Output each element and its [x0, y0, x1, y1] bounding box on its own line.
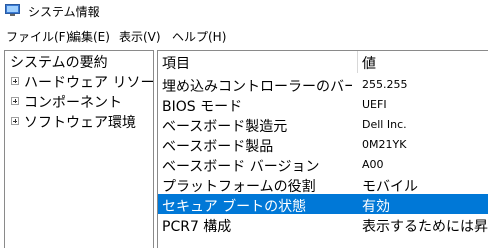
- cell-value: 255.255: [362, 78, 408, 91]
- cell-value: Dell Inc.: [362, 118, 407, 131]
- table-row[interactable]: ベースボード製品 0M21YK: [158, 134, 488, 155]
- cell-item: プラットフォームの役割: [162, 179, 316, 195]
- menu-file[interactable]: ファイル(F): [6, 28, 70, 45]
- cell-item: PCR7 構成: [162, 219, 232, 235]
- table-row[interactable]: ベースボード バージョン A00: [158, 154, 488, 175]
- tree-item-system-summary[interactable]: システムの要約: [10, 52, 108, 72]
- cell-value: A00: [362, 158, 384, 171]
- cell-value: モバイル: [362, 179, 418, 195]
- table-row[interactable]: 埋め込みコントローラーのバー... 255.255: [158, 74, 488, 95]
- title-bar: システム情報: [0, 0, 488, 22]
- menu-help[interactable]: ヘルプ(H): [172, 28, 226, 45]
- table-row[interactable]: プラットフォームの役割 モバイル: [158, 174, 488, 195]
- menu-view[interactable]: 表示(V): [119, 28, 161, 45]
- plus-expander-icon[interactable]: [11, 77, 19, 85]
- column-header-item[interactable]: 項目: [158, 51, 358, 73]
- window-title: システム情報: [28, 5, 100, 19]
- plus-expander-icon[interactable]: [11, 117, 19, 125]
- table-row[interactable]: ベースボード製造元 Dell Inc.: [158, 114, 488, 135]
- plus-expander-icon[interactable]: [11, 97, 19, 105]
- cell-value: UEFI: [362, 98, 387, 111]
- system-info-icon: [5, 4, 20, 16]
- cell-value: 有効: [362, 199, 390, 215]
- cell-item: ベースボード製品: [162, 139, 274, 155]
- menu-edit[interactable]: 編集(E): [69, 28, 110, 45]
- cell-value: 0M21YK: [362, 138, 407, 151]
- menu-bar: ファイル(F) 編集(E) 表示(V) ヘルプ(H): [0, 26, 488, 46]
- tree-item-label: ハードウェア リソース: [24, 75, 154, 91]
- column-header-value[interactable]: 値: [358, 51, 488, 73]
- table-row[interactable]: PCR7 構成 表示するためには昇: [158, 214, 488, 235]
- cell-item: ベースボード製造元: [162, 119, 288, 135]
- tree-item-label: コンポーネント: [24, 95, 122, 111]
- table-row[interactable]: BIOS モード UEFI: [158, 94, 488, 115]
- tree-item-label: ソフトウェア環境: [24, 115, 136, 131]
- table-row-selected[interactable]: セキュア ブートの状態 有効: [158, 194, 488, 215]
- cell-item: 埋め込みコントローラーのバー...: [162, 79, 352, 95]
- cell-item: ベースボード バージョン: [162, 159, 320, 175]
- category-tree[interactable]: システムの要約 ハードウェア リソース コンポーネント ソフトウェア環境: [4, 50, 154, 248]
- cell-value: 表示するためには昇: [362, 219, 488, 235]
- cell-item: BIOS モード: [162, 99, 243, 115]
- cell-item: セキュア ブートの状態: [162, 199, 307, 215]
- details-list[interactable]: 項目 値 埋め込みコントローラーのバー... 255.255 BIOS モード …: [157, 50, 488, 248]
